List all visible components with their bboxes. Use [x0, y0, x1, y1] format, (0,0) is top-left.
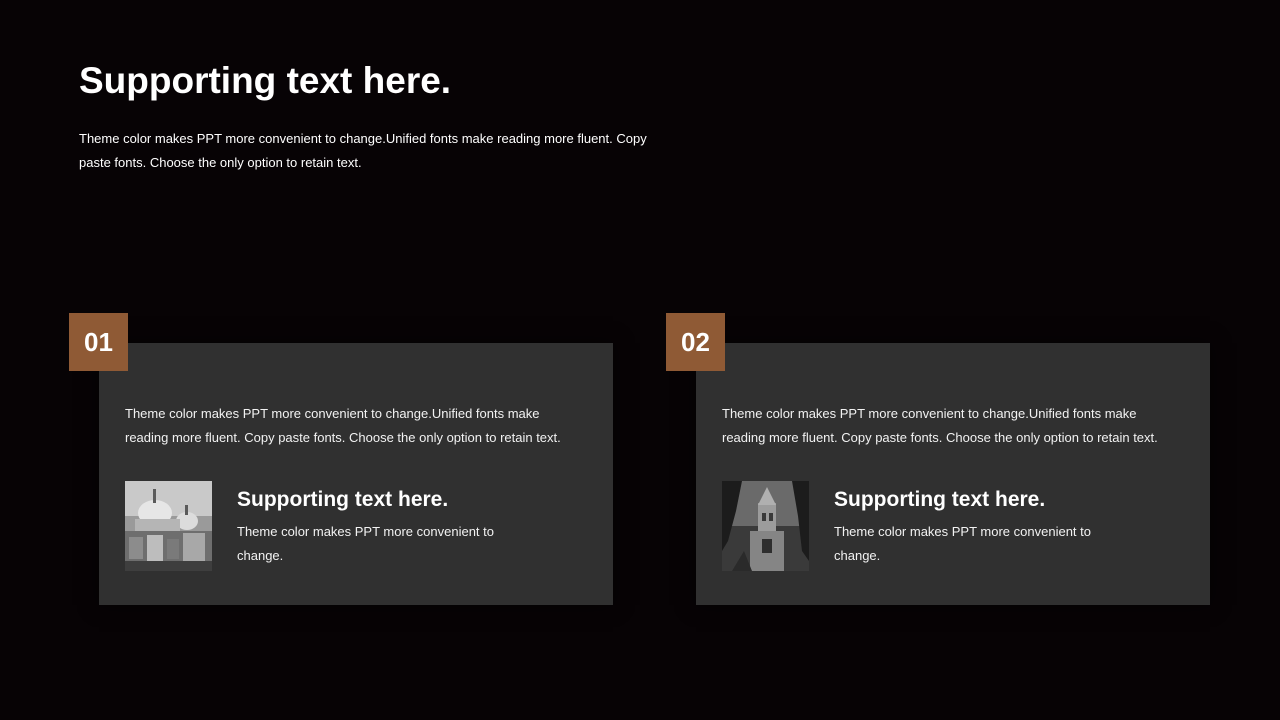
slide-intro-text: Theme color makes PPT more convenient to… [79, 131, 647, 170]
card-number-badge-2: 02 [666, 313, 725, 371]
venice-basilica-image [125, 481, 212, 571]
content-card-2: Theme color makes PPT more convenient to… [696, 343, 1210, 605]
card-body-text: Theme color makes PPT more convenient to… [125, 406, 561, 445]
slide-title: Supporting text here. [79, 60, 452, 101]
card-body-text: Theme color makes PPT more convenient to… [722, 406, 1158, 445]
card-subtitle: Supporting text here. [237, 488, 449, 511]
content-card-1: Theme color makes PPT more convenient to… [99, 343, 613, 605]
card-subtitle: Supporting text here. [834, 488, 1046, 511]
card-subtext: Theme color makes PPT more convenient to… [834, 524, 1091, 563]
card-subtext: Theme color makes PPT more convenient to… [237, 524, 494, 563]
church-tower-image [722, 481, 809, 571]
card-number-badge-1: 01 [69, 313, 128, 371]
